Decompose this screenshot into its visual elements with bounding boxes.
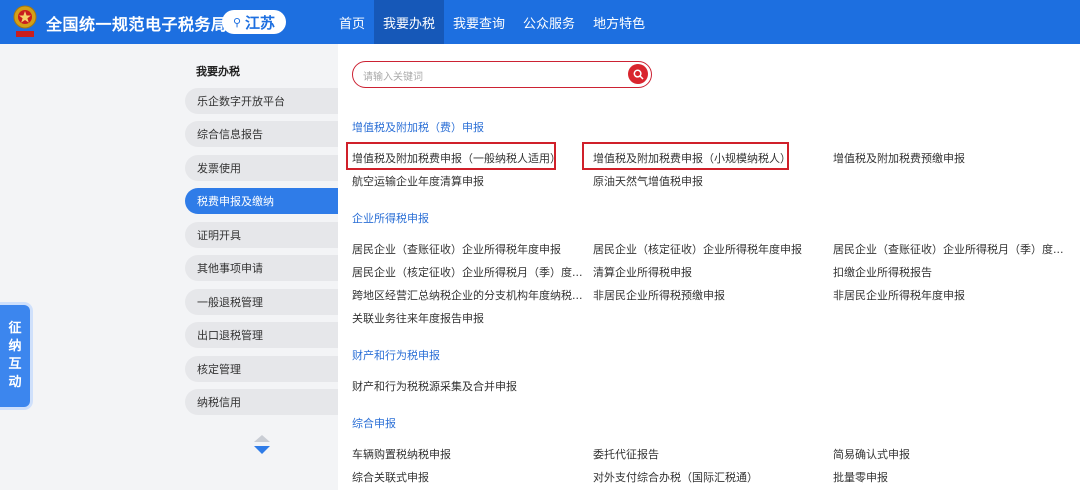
link-comprehensive-linked[interactable]: 综合关联式申报 [352,469,429,485]
float-tab-char: 纳 [8,339,22,354]
region-label: 江苏 [245,13,276,32]
link-cit-quarterly-assessed[interactable]: 居民企业（核定征收）企业所得税月（季）度... [352,264,583,280]
sidebar-item-general-refund[interactable]: 一般退税管理 [185,289,338,315]
link-nonresident-annual[interactable]: 非居民企业所得税年度申报 [833,287,965,303]
search-input[interactable]: 请输入关键词 [352,61,652,88]
sidebar-heading: 我要办税 [196,65,240,78]
sidebar-item-tax-credit[interactable]: 纳税信用 [185,389,338,415]
section-title-cit: 企业所得税申报 [352,212,429,225]
sidebar-item-assessment[interactable]: 核定管理 [185,356,338,382]
top-header: 全国统一规范电子税务局 ⚲ 江苏 首页 我要办税 我要查询 公众服务 地方特色 [0,0,1080,44]
sidebar-item-other-requests[interactable]: 其他事项申请 [185,255,338,281]
highlight-box-general [346,142,556,170]
location-pin-icon: ⚲ [232,15,242,29]
sidebar-item-export-refund[interactable]: 出口退税管理 [185,322,338,348]
tax-emblem-icon [13,5,37,37]
float-tab-char: 互 [8,357,22,372]
scroll-arrows-icon[interactable] [252,433,272,457]
link-cit-annual-assessed[interactable]: 居民企业（核定征收）企业所得税年度申报 [593,241,802,257]
link-related-party[interactable]: 关联业务往来年度报告申报 [352,310,484,326]
link-cit-annual-audit[interactable]: 居民企业（查账征收）企业所得税年度申报 [352,241,561,257]
nav-public-service[interactable]: 公众服务 [514,0,584,44]
interaction-float-tab[interactable]: 征 纳 互 动 [0,305,30,407]
link-branch-annual[interactable]: 跨地区经营汇总纳税企业的分支机构年度纳税... [352,287,583,303]
link-aviation-clearing[interactable]: 航空运输企业年度清算申报 [352,173,484,189]
nav-local-features[interactable]: 地方特色 [584,0,654,44]
nav-home[interactable]: 首页 [330,0,374,44]
site-title: 全国统一规范电子税务局 [46,15,228,34]
section-title-property: 财产和行为税申报 [352,349,440,362]
link-property-combined[interactable]: 财产和行为税税源采集及合并申报 [352,378,517,394]
search-button[interactable] [628,64,648,84]
sidebar-item-certificate[interactable]: 证明开具 [185,222,338,248]
region-selector[interactable]: ⚲ 江苏 [222,10,286,34]
sidebar-item-tax-declaration[interactable]: 税费申报及缴纳 [185,188,338,214]
main-nav: 首页 我要办税 我要查询 公众服务 地方特色 [330,0,654,44]
link-cit-quarterly-audit[interactable]: 居民企业（查账征收）企业所得税月（季）度... [833,241,1064,257]
section-title-comprehensive: 综合申报 [352,417,396,430]
link-batch-zero[interactable]: 批量零申报 [833,469,888,485]
link-entrusted-collection[interactable]: 委托代征报告 [593,446,659,462]
sidebar-item-leqi-platform[interactable]: 乐企数字开放平台 [185,88,338,114]
float-tab-char: 动 [8,375,22,390]
link-crude-oil-vat[interactable]: 原油天然气增值税申报 [593,173,703,189]
link-vehicle-purchase[interactable]: 车辆购置税纳税申报 [352,446,451,462]
nav-tax-handling[interactable]: 我要办税 [374,0,445,44]
search-icon [633,69,644,80]
link-liquidation-cit[interactable]: 清算企业所得税申报 [593,264,692,280]
link-withholding-cit[interactable]: 扣缴企业所得税报告 [833,264,932,280]
link-simple-confirm[interactable]: 简易确认式申报 [833,446,910,462]
float-tab-char: 征 [8,321,22,336]
sidebar-item-invoice-use[interactable]: 发票使用 [185,155,338,181]
sidebar-item-info-report[interactable]: 综合信息报告 [185,121,338,147]
link-foreign-payment[interactable]: 对外支付综合办税（国际汇税通） [593,469,758,485]
link-vat-prepay[interactable]: 增值税及附加税费预缴申报 [833,150,965,166]
section-title-vat: 增值税及附加税（费）申报 [352,121,484,134]
search-placeholder: 请输入关键词 [363,72,423,83]
highlight-box-small-scale [582,142,789,170]
link-nonresident-prepay[interactable]: 非居民企业所得税预缴申报 [593,287,725,303]
nav-query[interactable]: 我要查询 [444,0,514,44]
